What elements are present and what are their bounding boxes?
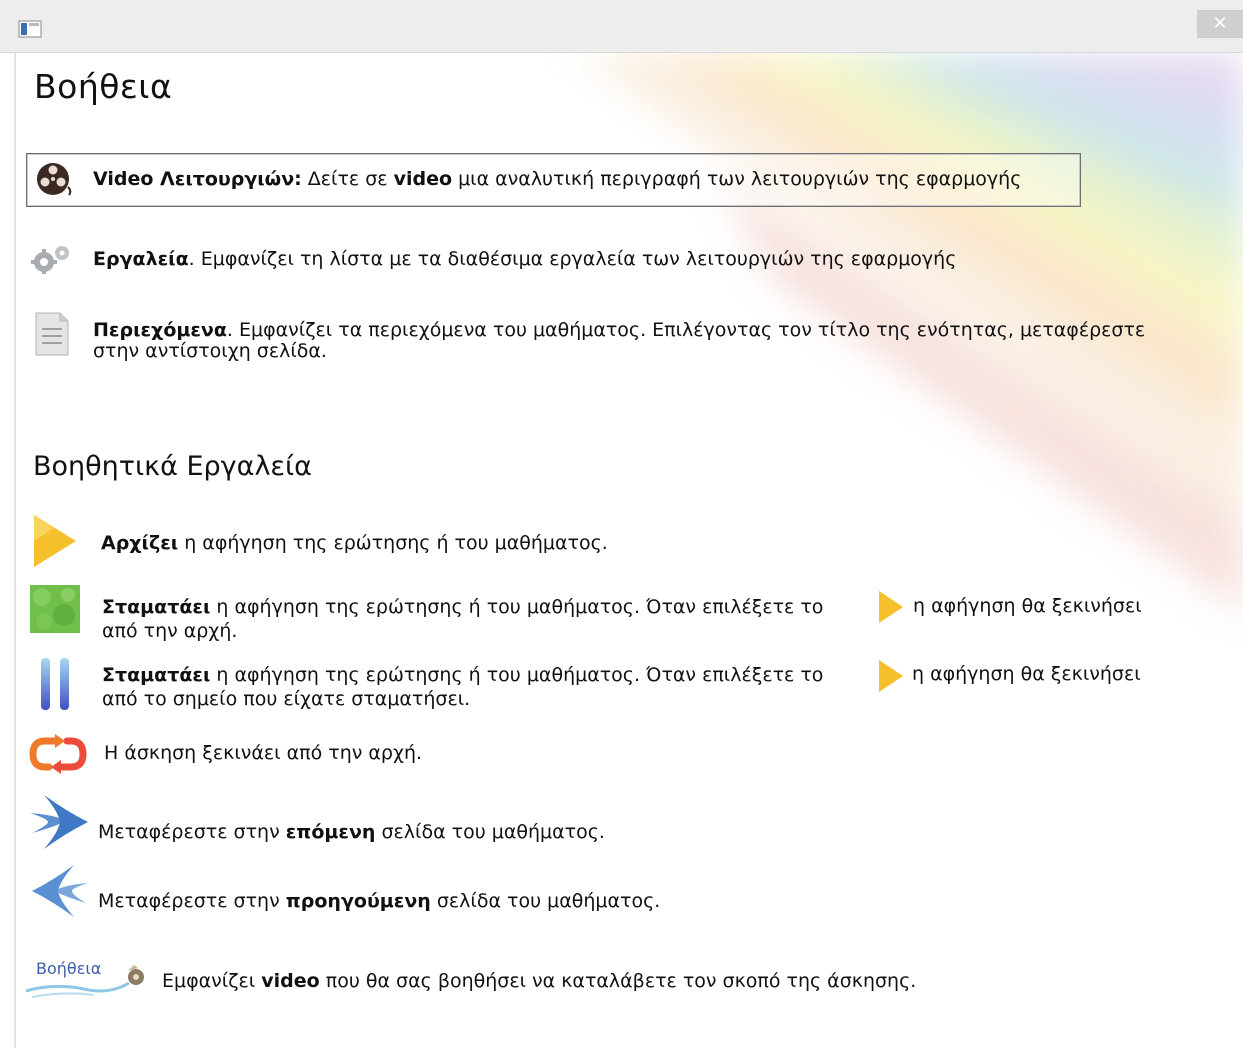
section-title: Βοηθητικά Εργαλεία [33,451,312,482]
next-description: Μεταφέρεστε στην επόμενη σελίδα του μαθή… [98,821,605,843]
play-description: Αρχίζει η αφήγηση της ερώτησης ή του μαθ… [101,532,608,554]
film-reel-icon [37,163,72,196]
prev-description: Μεταφέρεστε στην προηγούμενη σελίδα του … [98,890,661,912]
play-icon [879,660,903,692]
contents-description: Περιεχόμενα. Εμφανίζει τα περιεχόμενα το… [93,319,1146,362]
pause-description: Σταματάει η αφήγηση της ερώτησης ή του μ… [102,664,824,710]
stop-description-end: η αφήγηση θα ξεκινήσει [913,595,1142,617]
page-title: Βοήθεια [34,67,173,106]
restart-icon[interactable] [27,733,89,775]
pause-icon[interactable] [38,656,74,712]
prev-arrow-icon[interactable] [30,863,92,919]
pause-description-end: η αφήγηση θα ξεκινήσει [912,663,1141,685]
play-icon[interactable] [30,511,80,571]
help-description: Εμφανίζει video που θα σας βοηθήσει να κ… [162,970,917,992]
help-swirl-icon [25,965,144,998]
video-label: Video Λειτουργιών: [93,168,302,190]
stop-icon[interactable] [30,585,80,633]
document-icon[interactable] [32,311,72,357]
tools-description: Εργαλεία. Εμφανίζει τη λίστα με τα διαθέ… [93,248,957,270]
close-button[interactable]: ✕ [1197,10,1243,38]
title-bar: ✕ [0,0,1243,53]
help-video-icon[interactable]: Βοήθεια [24,953,154,1003]
next-arrow-icon[interactable] [26,793,92,851]
video-functions-button[interactable]: Video Λειτουργιών: Δείτε σε video μια αν… [26,153,1081,207]
stop-description: Σταματάει η αφήγηση της ερώτησης ή του μ… [102,596,824,642]
gears-icon[interactable] [28,243,78,275]
restart-description: Η άσκηση ξεκινάει από την αρχή. [104,742,423,764]
play-icon [879,591,903,623]
close-icon: ✕ [1212,13,1228,34]
help-panel: Βοήθεια Video Λειτουργιών: Δείτε σε vide… [14,53,1243,1048]
window-icon [18,20,42,38]
